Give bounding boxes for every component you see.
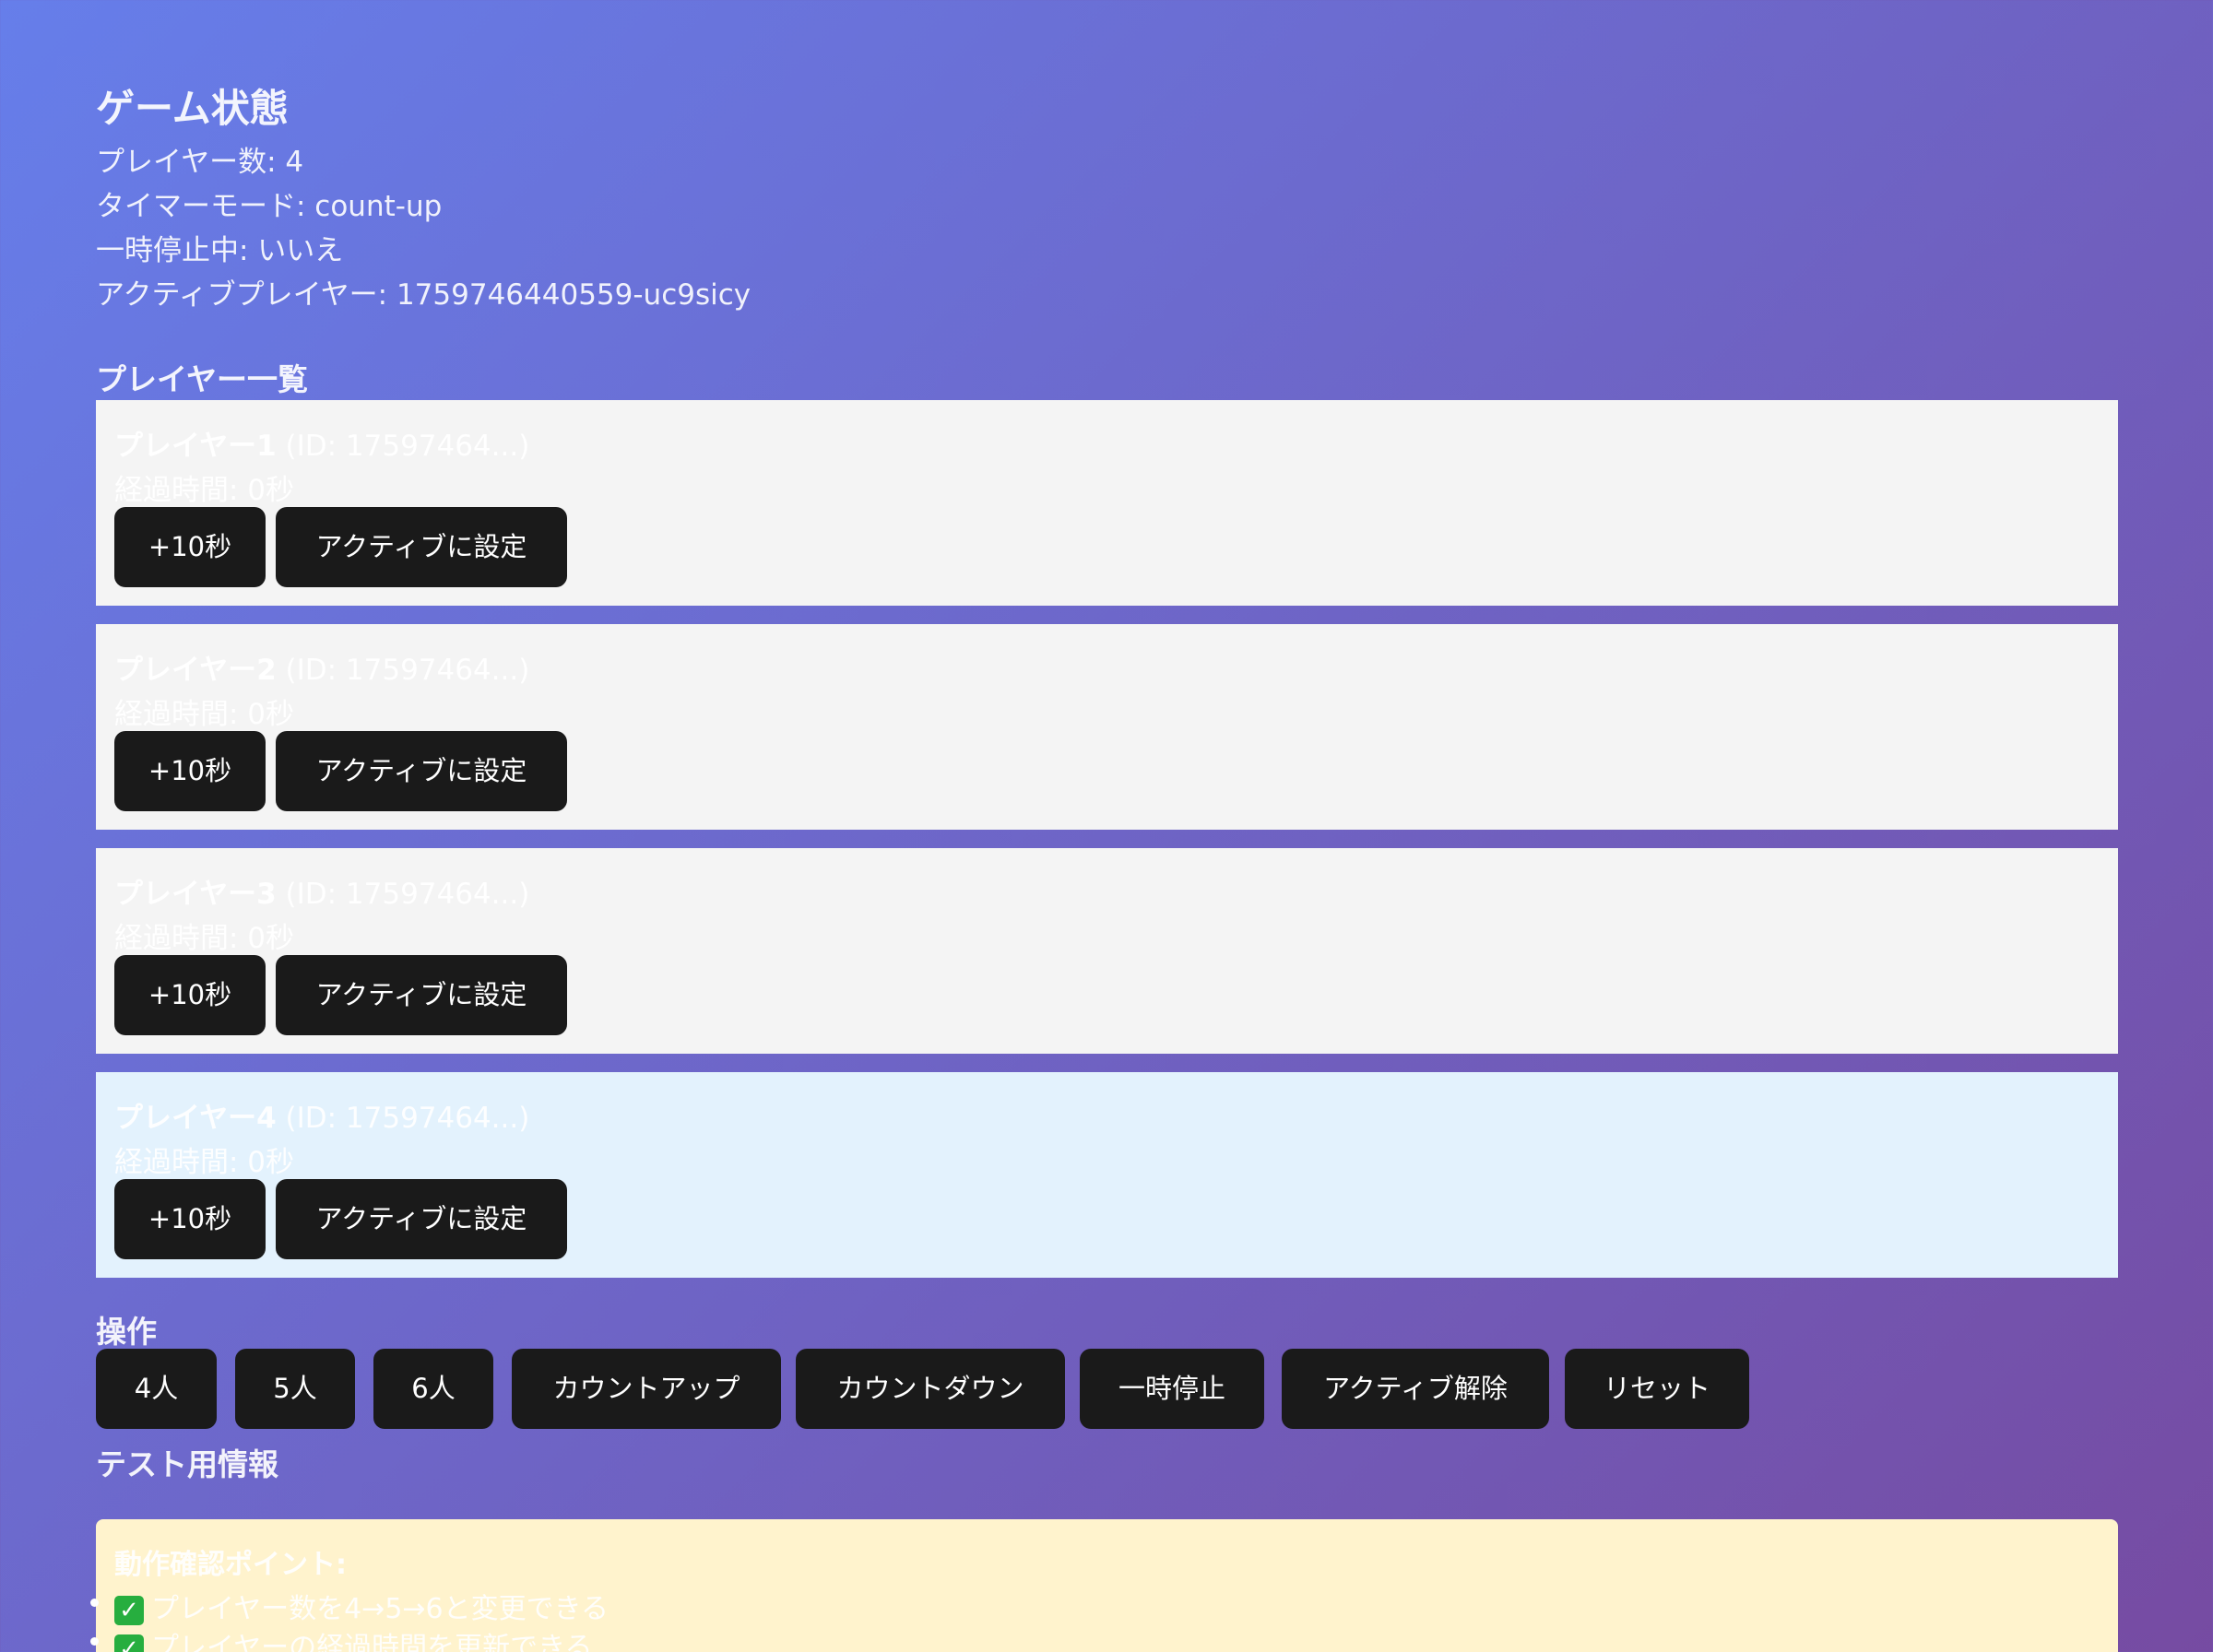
five-players-button[interactable]: 5人	[235, 1349, 355, 1429]
count-up-button[interactable]: カウントアップ	[512, 1349, 781, 1429]
player-card-1: プレイヤー1 (ID: 17597464...) 経過時間: 0秒 +10秒 ア…	[96, 400, 2118, 606]
set-active-button[interactable]: アクティブに設定	[276, 1179, 567, 1259]
controls-heading: 操作	[96, 1314, 157, 1350]
player-card-2: プレイヤー2 (ID: 17597464...) 経過時間: 0秒 +10秒 ア…	[96, 624, 2118, 830]
player-elapsed-time: 経過時間: 0秒	[114, 1146, 295, 1179]
bullet-dot	[90, 1599, 99, 1607]
count-down-button[interactable]: カウントダウン	[796, 1349, 1065, 1429]
add-10-seconds-button[interactable]: +10秒	[114, 731, 266, 811]
player-name-line: プレイヤー1 (ID: 17597464...)	[114, 422, 529, 464]
player-id: (ID: 17597464...)	[276, 654, 530, 687]
player-elapsed-time: 経過時間: 0秒	[114, 922, 295, 955]
player-card-3: プレイヤー3 (ID: 17597464...) 経過時間: 0秒 +10秒 ア…	[96, 848, 2118, 1054]
add-10-seconds-button[interactable]: +10秒	[114, 955, 266, 1035]
player-name: プレイヤー4	[114, 1102, 277, 1135]
pause-button[interactable]: 一時停止	[1080, 1349, 1264, 1429]
game-state-heading: ゲーム状態	[96, 86, 289, 131]
six-players-button[interactable]: 6人	[373, 1349, 493, 1429]
clear-active-button[interactable]: アクティブ解除	[1282, 1349, 1549, 1429]
player-card-4-active: プレイヤー4 (ID: 17597464...) 経過時間: 0秒 +10秒 ア…	[96, 1072, 2118, 1278]
test-info-heading: テスト用情報	[96, 1446, 278, 1482]
paused-status-text: 一時停止中: いいえ	[96, 234, 344, 267]
add-10-seconds-button[interactable]: +10秒	[114, 1179, 266, 1259]
active-player-text: アクティブプレイヤー: 1759746440559-uc9sicy	[96, 278, 751, 312]
player-name: プレイヤー1	[114, 430, 277, 463]
test-point-item: ✓ プレイヤーの経過時間を更新できる	[90, 1624, 593, 1652]
player-name-line: プレイヤー2 (ID: 17597464...)	[114, 646, 529, 688]
player-name-line: プレイヤー3 (ID: 17597464...)	[114, 870, 529, 912]
test-point-text: プレイヤー数を4→5→6と変更できる	[151, 1593, 609, 1625]
test-point-item: ✓ プレイヤー数を4→5→6と変更できる	[90, 1586, 609, 1626]
player-id: (ID: 17597464...)	[276, 878, 530, 911]
reset-button[interactable]: リセット	[1565, 1349, 1749, 1429]
player-id: (ID: 17597464...)	[276, 430, 530, 463]
bullet-dot	[90, 1637, 99, 1646]
player-name-line: プレイヤー4 (ID: 17597464...)	[114, 1094, 529, 1136]
check-mark-icon: ✓	[114, 1634, 144, 1652]
four-players-button[interactable]: 4人	[96, 1349, 217, 1429]
player-id: (ID: 17597464...)	[276, 1102, 530, 1135]
test-points-box: 動作確認ポイント: ✓ プレイヤー数を4→5→6と変更できる ✓ プレイヤーの経過時…	[90, 1519, 2118, 1652]
set-active-button[interactable]: アクティブに設定	[276, 955, 567, 1035]
player-count-text: プレイヤー数: 4	[96, 146, 304, 179]
set-active-button[interactable]: アクティブに設定	[276, 507, 567, 587]
check-mark-icon: ✓	[114, 1595, 144, 1625]
set-active-button[interactable]: アクティブに設定	[276, 731, 567, 811]
player-elapsed-time: 経過時間: 0秒	[114, 698, 295, 731]
player-list-heading: プレイヤー一覧	[96, 361, 309, 397]
timer-mode-text: タイマーモード: count-up	[96, 190, 443, 223]
test-point-text: プレイヤーの経過時間を更新できる	[151, 1632, 593, 1652]
test-points-title: 動作確認ポイント:	[114, 1549, 347, 1581]
player-name: プレイヤー2	[114, 654, 277, 687]
add-10-seconds-button[interactable]: +10秒	[114, 507, 266, 587]
player-elapsed-time: 経過時間: 0秒	[114, 474, 295, 507]
player-name: プレイヤー3	[114, 878, 277, 911]
